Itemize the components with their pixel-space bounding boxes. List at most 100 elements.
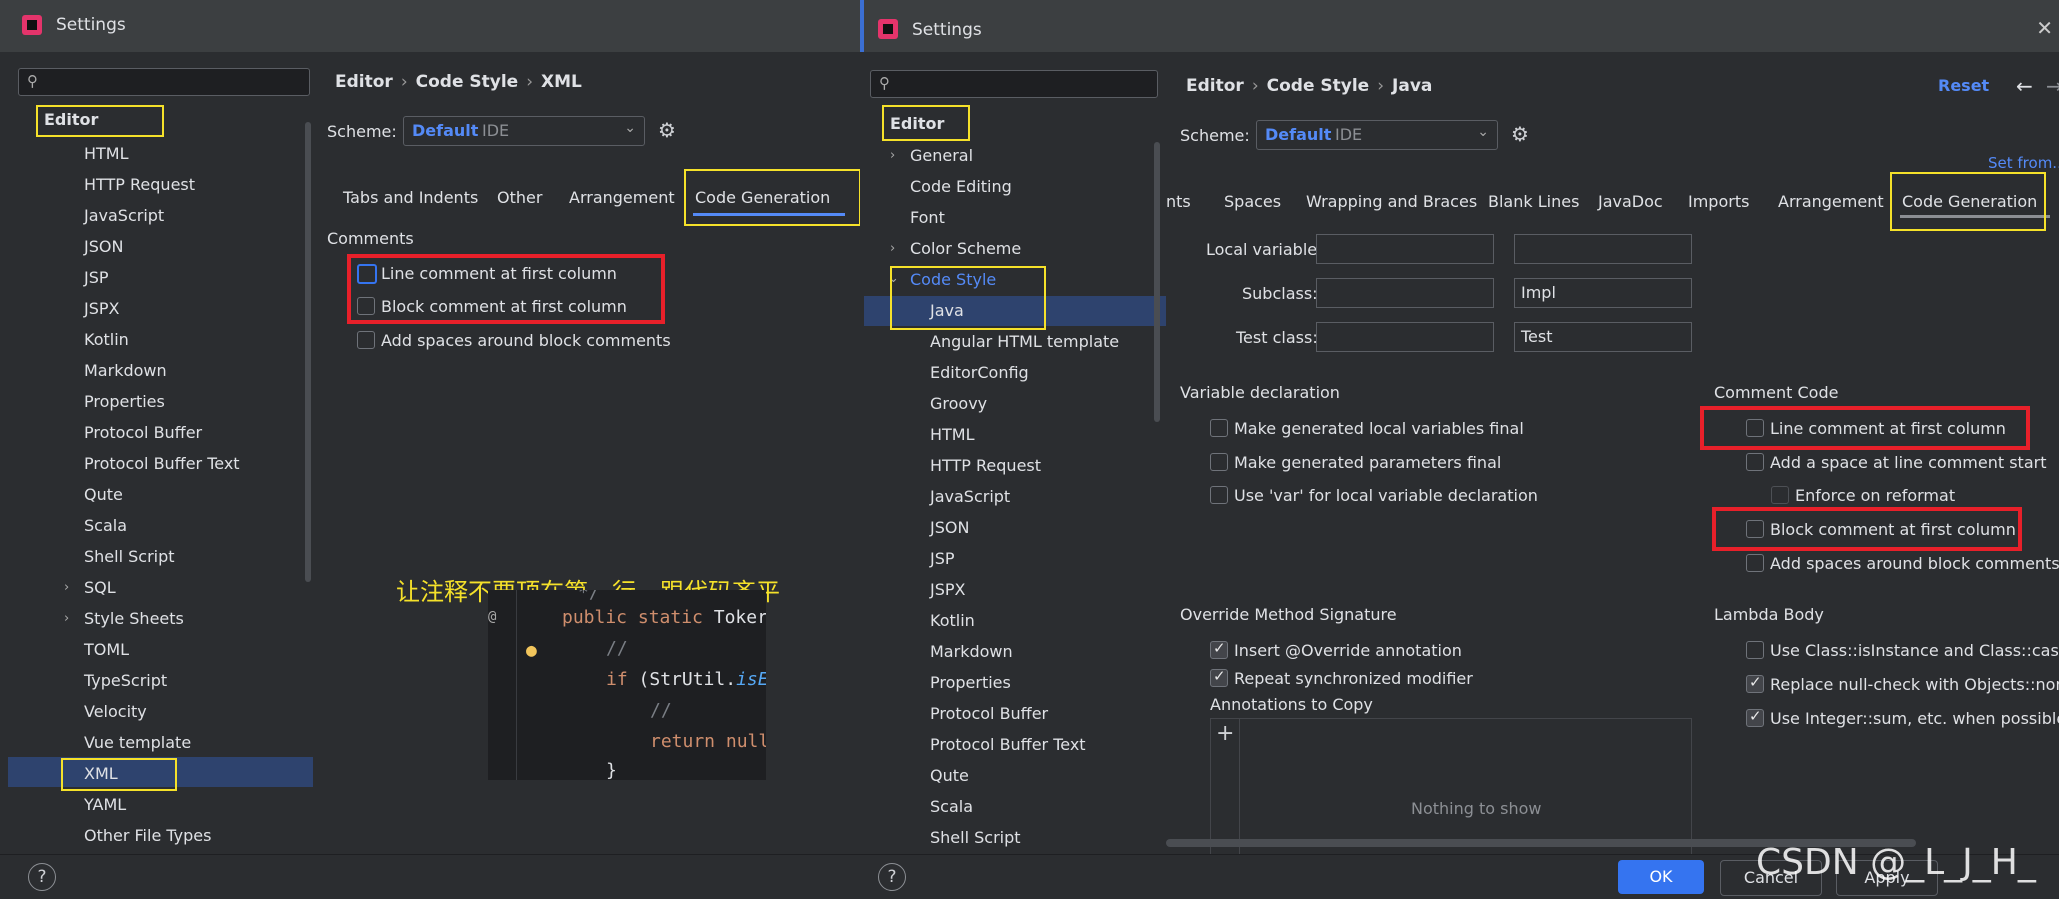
tree-item-scala[interactable]: Scala <box>930 797 973 816</box>
local-variable-prefix-input[interactable] <box>1316 234 1494 264</box>
tree-item-yaml[interactable]: YAML <box>84 795 126 814</box>
tree-item-http-request[interactable]: HTTP Request <box>84 175 195 194</box>
tree-item-qute[interactable]: Qute <box>930 766 969 785</box>
tree-item-velocity[interactable]: Velocity <box>84 702 147 721</box>
lightbulb-icon[interactable]: ● <box>526 640 537 661</box>
tree-item-markdown[interactable]: Markdown <box>84 361 167 380</box>
tree-item-jsp[interactable]: JSP <box>84 268 109 287</box>
tree-item-groovy[interactable]: Groovy <box>930 394 987 413</box>
tab-javadoc[interactable]: JavaDoc <box>1598 192 1663 211</box>
final-locals-checkbox[interactable] <box>1210 419 1228 437</box>
tree-item-html[interactable]: HTML <box>84 144 129 163</box>
test-class-suffix-input[interactable]: Test <box>1514 322 1692 352</box>
tree-item-html[interactable]: HTML <box>930 425 975 444</box>
tree-item-code-editing[interactable]: Code Editing <box>910 177 1012 196</box>
objects-nonnull-checkbox[interactable] <box>1746 673 1764 693</box>
enforce-on-reformat-checkbox[interactable] <box>1771 486 1789 504</box>
tree-item-other-file-types[interactable]: Other File Types <box>84 826 211 845</box>
tab-comments-truncated[interactable]: nts <box>1166 192 1191 211</box>
tree-item-typescript[interactable]: TypeScript <box>84 671 167 690</box>
integer-sum-checkbox[interactable] <box>1746 707 1764 727</box>
add-space-checkbox[interactable] <box>1746 453 1764 471</box>
tree-item-http-request[interactable]: HTTP Request <box>930 456 1041 475</box>
search-input[interactable]: ⚲ <box>18 68 310 96</box>
tree-item-json[interactable]: JSON <box>930 518 969 537</box>
add-spaces-checkbox[interactable] <box>357 331 375 349</box>
class-isinstance-checkbox[interactable] <box>1746 641 1764 659</box>
gear-icon[interactable]: ⚙ <box>1511 122 1529 146</box>
tab-tabs-and-indents[interactable]: Tabs and Indents <box>343 188 478 207</box>
tab-other[interactable]: Other <box>497 188 542 207</box>
gear-icon[interactable]: ⚙ <box>658 118 676 142</box>
tree-item-sql[interactable]: SQL <box>84 578 116 597</box>
tab-spaces[interactable]: Spaces <box>1224 192 1281 211</box>
tree-item-shell-script[interactable]: Shell Script <box>930 828 1021 847</box>
tree-item-json[interactable]: JSON <box>84 237 123 256</box>
scheme-dropdown[interactable]: Default IDE ⌄ <box>403 116 645 146</box>
tree-item-jspx[interactable]: JSPX <box>930 580 965 599</box>
tree-item-jspx[interactable]: JSPX <box>84 299 119 318</box>
intellij-logo-icon <box>878 19 898 39</box>
tree-item-properties[interactable]: Properties <box>84 392 165 411</box>
window-title: Settings <box>56 15 126 35</box>
help-icon[interactable]: ? <box>28 863 56 891</box>
add-spaces-block-checkbox[interactable] <box>1746 554 1764 572</box>
search-input[interactable]: ⚲ <box>870 70 1158 98</box>
tree-item-javascript[interactable]: JavaScript <box>84 206 164 225</box>
tree-item-jsp[interactable]: JSP <box>930 549 955 568</box>
tree-item-editorconfig[interactable]: EditorConfig <box>930 363 1029 382</box>
chevron-right-icon[interactable]: › <box>890 241 895 256</box>
tree-item-protocol-buffer-text[interactable]: Protocol Buffer Text <box>84 454 240 473</box>
breadcrumb-editor[interactable]: Editor <box>335 72 393 92</box>
tree-item-protocol-buffer[interactable]: Protocol Buffer <box>930 704 1048 723</box>
tree-item-vue-template[interactable]: Vue template <box>84 733 191 752</box>
tree-item-style-sheets[interactable]: Style Sheets <box>84 609 184 628</box>
help-icon[interactable]: ? <box>878 863 906 891</box>
sidebar-scrollbar[interactable] <box>1154 142 1160 422</box>
tree-item-javascript[interactable]: JavaScript <box>930 487 1010 506</box>
tree-item-protocol-buffer[interactable]: Protocol Buffer <box>84 423 202 442</box>
tree-item-shell-script[interactable]: Shell Script <box>84 547 175 566</box>
scheme-dropdown[interactable]: Default IDE ⌄ <box>1256 120 1498 150</box>
breadcrumb-code-style[interactable]: Code Style <box>1267 76 1370 96</box>
ok-button[interactable]: OK <box>1618 860 1704 894</box>
tree-item-general[interactable]: General <box>910 146 973 165</box>
tree-item-angular-html-template[interactable]: Angular HTML template <box>930 332 1119 351</box>
set-from-link[interactable]: Set from... <box>1988 154 2059 172</box>
breadcrumb-code-style[interactable]: Code Style <box>416 72 519 92</box>
sidebar-scrollbar[interactable] <box>305 122 311 582</box>
local-variable-suffix-input[interactable] <box>1514 234 1692 264</box>
tree-item-toml[interactable]: TOML <box>84 640 129 659</box>
tree-item-font[interactable]: Font <box>910 208 945 227</box>
tab-arrangement[interactable]: Arrangement <box>1778 192 1884 211</box>
repeat-synchronized-checkbox[interactable] <box>1210 667 1228 687</box>
tree-item-kotlin[interactable]: Kotlin <box>930 611 975 630</box>
breadcrumb-separator: › <box>1377 76 1385 96</box>
test-class-prefix-input[interactable] <box>1316 322 1494 352</box>
chevron-right-icon[interactable]: › <box>64 611 69 626</box>
use-var-checkbox[interactable] <box>1210 486 1228 504</box>
add-icon[interactable]: + <box>1216 721 1234 746</box>
tab-arrangement[interactable]: Arrangement <box>569 188 675 207</box>
chevron-right-icon[interactable]: › <box>890 148 895 163</box>
tree-item-markdown[interactable]: Markdown <box>930 642 1013 661</box>
tab-imports[interactable]: Imports <box>1688 192 1749 211</box>
subclass-prefix-input[interactable] <box>1316 278 1494 308</box>
back-arrow-icon[interactable]: ← <box>2016 74 2033 98</box>
tree-item-properties[interactable]: Properties <box>930 673 1011 692</box>
forward-arrow-icon[interactable]: → <box>2046 74 2059 98</box>
tree-item-scala[interactable]: Scala <box>84 516 127 535</box>
chevron-right-icon[interactable]: › <box>64 580 69 595</box>
insert-override-checkbox[interactable] <box>1210 639 1228 659</box>
tree-item-kotlin[interactable]: Kotlin <box>84 330 129 349</box>
tree-item-protocol-buffer-text[interactable]: Protocol Buffer Text <box>930 735 1086 754</box>
final-params-checkbox[interactable] <box>1210 453 1228 471</box>
tree-item-qute[interactable]: Qute <box>84 485 123 504</box>
close-icon[interactable]: ✕ <box>2036 16 2053 40</box>
breadcrumb-editor[interactable]: Editor <box>1186 76 1244 96</box>
subclass-suffix-input[interactable]: Impl <box>1514 278 1692 308</box>
tree-item-color-scheme[interactable]: Color Scheme <box>910 239 1021 258</box>
tab-blank-lines[interactable]: Blank Lines <box>1488 192 1579 211</box>
tab-wrapping-and-braces[interactable]: Wrapping and Braces <box>1306 192 1477 211</box>
reset-link[interactable]: Reset <box>1938 76 1989 95</box>
